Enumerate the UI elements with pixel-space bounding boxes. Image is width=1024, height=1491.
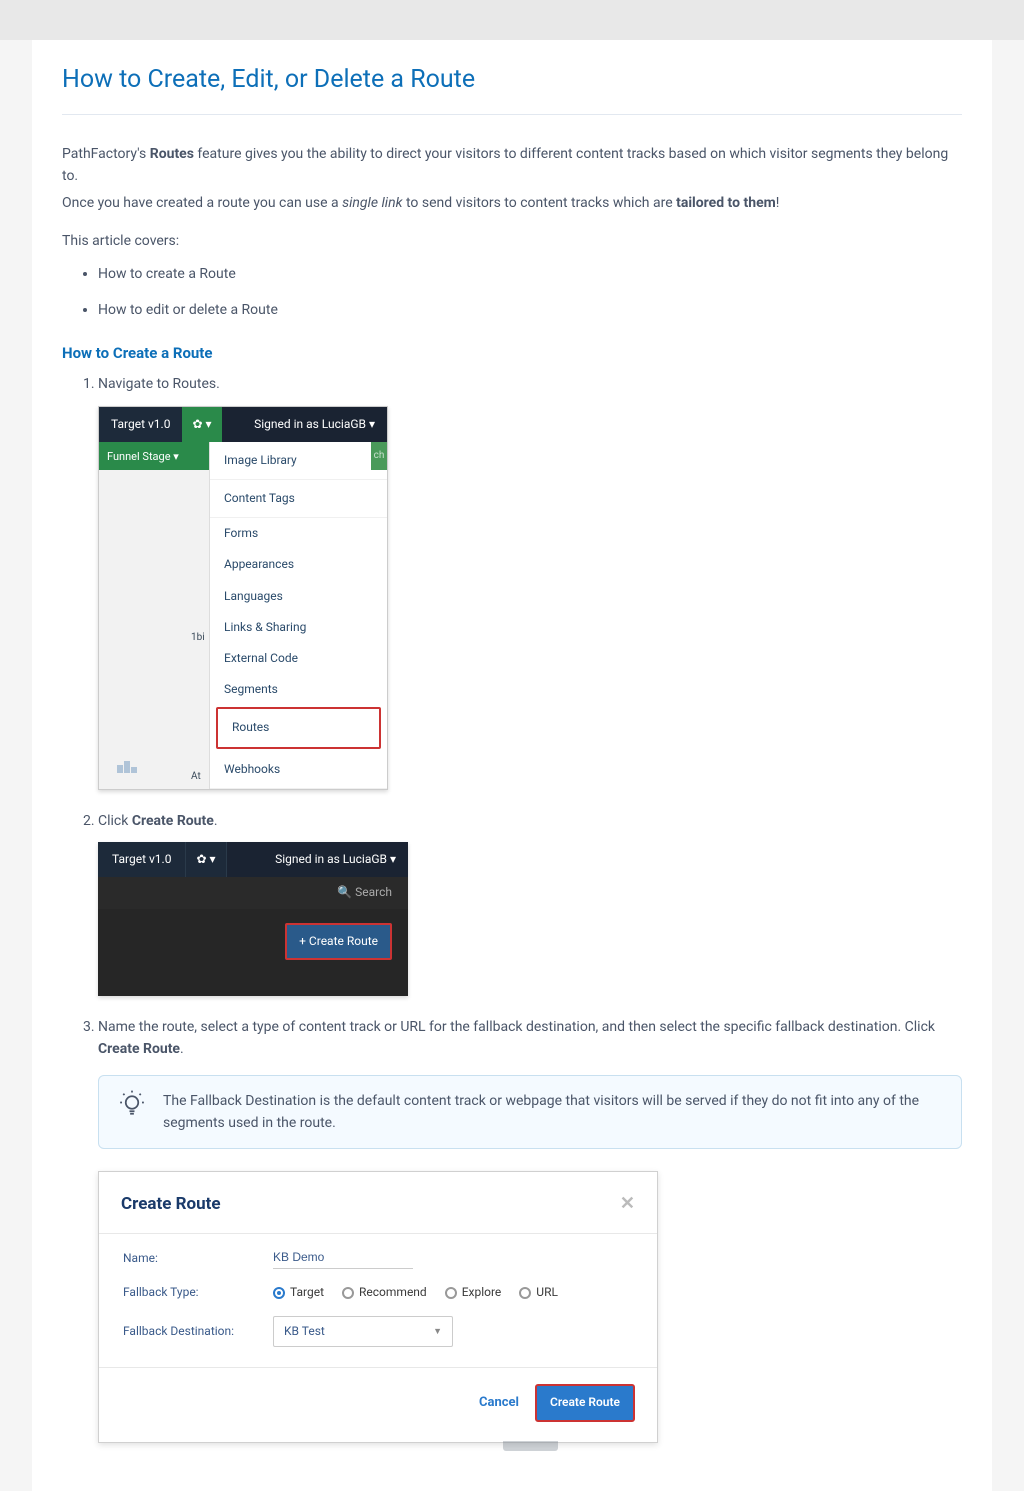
intro-bold-tailored: tailored to them xyxy=(676,195,776,211)
step-2: Click Create Route. Target v1.0 ✿ ▾ Sign… xyxy=(98,810,962,996)
name-input[interactable] xyxy=(273,1248,413,1269)
top-bar xyxy=(0,0,1024,40)
label-name: Name: xyxy=(123,1249,273,1268)
ss1-header: Target v1.0 ✿ ▾ Signed in as LuciaGB ▾ xyxy=(99,407,387,442)
radio-dot-icon xyxy=(273,1287,285,1299)
modal-body: Name: Fallback Type: Target Recommend Ex… xyxy=(99,1234,657,1367)
radio-dot-icon xyxy=(445,1287,457,1299)
steps-list: Navigate to Routes. Target v1.0 ✿ ▾ Sign… xyxy=(62,373,962,1450)
radio-label: URL xyxy=(536,1283,558,1302)
radio-label: Recommend xyxy=(359,1283,427,1302)
create-route-button[interactable]: + Create Route xyxy=(285,923,392,960)
radio-label: Target xyxy=(290,1283,324,1302)
covers-list: How to create a Route How to edit or del… xyxy=(62,263,962,322)
radio-target[interactable]: Target xyxy=(273,1283,324,1302)
modal-footer: Cancel Create Route xyxy=(99,1367,657,1441)
ss2-signed-in[interactable]: Signed in as LuciaGB ▾ xyxy=(227,842,408,877)
gear-icon[interactable]: ✿ ▾ xyxy=(182,407,221,442)
text: . xyxy=(214,813,218,829)
ss2-toolbar: + Create Route xyxy=(98,909,408,974)
menu-item-content-tags[interactable]: Content Tags xyxy=(210,480,387,518)
menu-item-webhooks[interactable]: Webhooks xyxy=(210,751,387,789)
modal-header: Create Route ✕ xyxy=(99,1172,657,1234)
create-route-modal: Create Route ✕ Name: Fallback Type: Targ… xyxy=(98,1171,658,1442)
covers-label: This article covers: xyxy=(62,230,962,252)
cancel-button[interactable]: Cancel xyxy=(479,1393,519,1414)
intro-text: ! xyxy=(776,195,780,211)
ss2-header: Target v1.0 ✿ ▾ Signed in as LuciaGB ▾ xyxy=(98,842,408,877)
intro-text: to send visitors to content tracks which… xyxy=(402,195,676,211)
fallback-type-radios: Target Recommend Explore URL xyxy=(273,1283,558,1302)
intro-paragraph-1: PathFactory's Routes feature gives you t… xyxy=(62,143,962,188)
gear-icon[interactable]: ✿ ▾ xyxy=(185,842,226,877)
intro-italic-single-link: single link xyxy=(342,195,402,211)
intro-paragraph-2: Once you have created a route you can us… xyxy=(62,192,962,214)
intro-text: PathFactory's xyxy=(62,146,150,162)
ss1-label-1bi: 1bi xyxy=(191,630,205,646)
step-2-text: Click Create Route. xyxy=(98,813,218,829)
step-3: Name the route, select a type of content… xyxy=(98,1016,962,1451)
close-icon[interactable]: ✕ xyxy=(620,1190,635,1219)
ss1-signed-in[interactable]: Signed in as LuciaGB ▾ xyxy=(222,407,387,442)
ss2-spacer xyxy=(98,974,408,996)
ss1-brand: Target v1.0 xyxy=(99,407,182,442)
radio-dot-icon xyxy=(519,1287,531,1299)
text: Name the route, select a type of content… xyxy=(98,1019,935,1035)
lightbulb-icon xyxy=(117,1090,147,1127)
step-3-text: Name the route, select a type of content… xyxy=(98,1019,935,1057)
radio-explore[interactable]: Explore xyxy=(445,1283,502,1302)
menu-item-routes[interactable]: Routes xyxy=(216,707,381,748)
intro-bold-routes: Routes xyxy=(150,146,194,162)
intro-text: Once you have created a route you can us… xyxy=(62,195,342,211)
screenshot-create-route-button: Target v1.0 ✿ ▾ Signed in as LuciaGB ▾ 🔍… xyxy=(98,842,408,996)
settings-menu: Image Library Content Tags Forms Appeara… xyxy=(209,442,387,789)
menu-item-languages[interactable]: Languages xyxy=(210,581,387,612)
menu-item-external-code[interactable]: External Code xyxy=(210,643,387,674)
ss1-chart-stub xyxy=(117,758,197,780)
ss1-ch-fragment: ch xyxy=(371,442,387,470)
create-route-submit-button[interactable]: Create Route xyxy=(535,1384,635,1421)
menu-item-image-library[interactable]: Image Library xyxy=(210,442,387,480)
select-value: KB Test xyxy=(284,1322,325,1341)
label-fallback-destination: Fallback Destination: xyxy=(123,1322,273,1341)
label-fallback-type: Fallback Type: xyxy=(123,1283,273,1302)
bold-create-route: Create Route xyxy=(132,813,214,829)
text: . xyxy=(180,1041,184,1057)
row-fallback-type: Fallback Type: Target Recommend Explore … xyxy=(123,1283,633,1302)
screenshot-settings-menu: Target v1.0 ✿ ▾ Signed in as LuciaGB ▾ F… xyxy=(98,406,388,790)
tip-callout: The Fallback Destination is the default … xyxy=(98,1075,962,1150)
row-fallback-destination: Fallback Destination: KB Test ▼ xyxy=(123,1316,633,1347)
step-1: Navigate to Routes. Target v1.0 ✿ ▾ Sign… xyxy=(98,373,962,789)
radio-url[interactable]: URL xyxy=(519,1283,558,1302)
menu-item-forms[interactable]: Forms xyxy=(210,518,387,549)
search-input[interactable]: 🔍 Search xyxy=(98,877,408,908)
ss1-body: Funnel Stage ▾ ch 1bi At Image Library C… xyxy=(99,442,387,789)
tip-text: The Fallback Destination is the default … xyxy=(163,1090,943,1135)
modal-title: Create Route xyxy=(121,1191,221,1218)
fallback-destination-select[interactable]: KB Test ▼ xyxy=(273,1316,453,1347)
screenshot-create-route-modal: Create Route ✕ Name: Fallback Type: Targ… xyxy=(98,1171,962,1450)
menu-item-appearances[interactable]: Appearances xyxy=(210,549,387,580)
chevron-down-icon: ▼ xyxy=(433,1325,442,1339)
article-container: How to Create, Edit, or Delete a Route P… xyxy=(32,40,992,1491)
covers-item: How to create a Route xyxy=(98,263,962,285)
radio-dot-icon xyxy=(342,1287,354,1299)
covers-item: How to edit or delete a Route xyxy=(98,299,962,321)
row-name: Name: xyxy=(123,1248,633,1269)
section-heading-create: How to Create a Route xyxy=(62,341,962,365)
menu-item-links-sharing[interactable]: Links & Sharing xyxy=(210,612,387,643)
ss2-brand: Target v1.0 xyxy=(98,842,185,877)
bold-create-route: Create Route xyxy=(98,1041,180,1057)
text: Click xyxy=(98,813,132,829)
step-1-text: Navigate to Routes. xyxy=(98,376,220,392)
menu-item-segments[interactable]: Segments xyxy=(210,674,387,705)
page-title: How to Create, Edit, or Delete a Route xyxy=(62,60,962,115)
radio-label: Explore xyxy=(462,1283,502,1302)
intro-section: PathFactory's Routes feature gives you t… xyxy=(62,143,962,321)
modal-handle xyxy=(503,1441,558,1451)
radio-recommend[interactable]: Recommend xyxy=(342,1283,427,1302)
intro-text: feature gives you the ability to direct … xyxy=(62,146,948,184)
